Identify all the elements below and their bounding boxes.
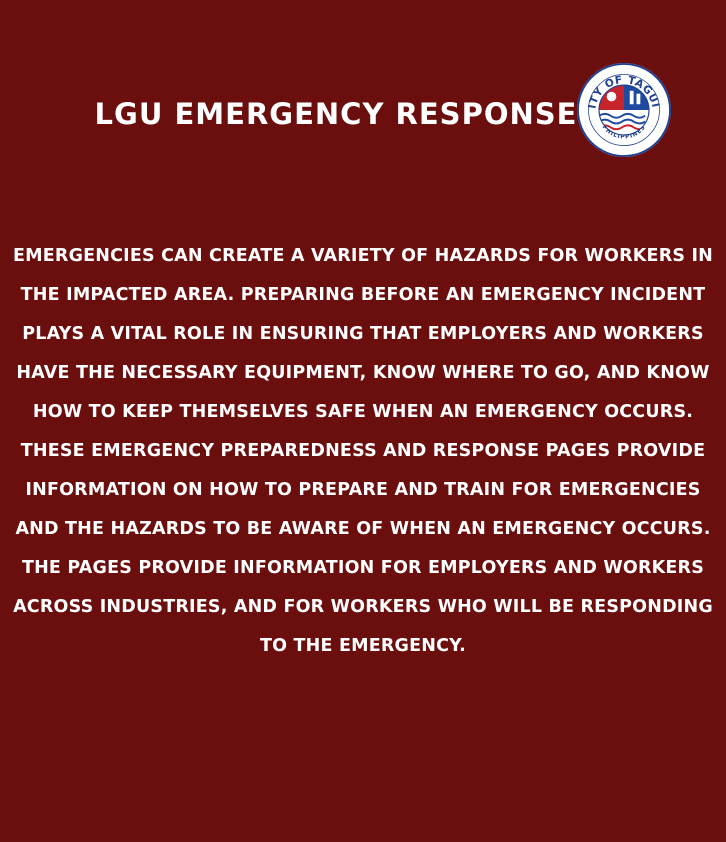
page-title: LGU EMERGENCY RESPONSE xyxy=(94,97,578,131)
description-paragraph: Emergencies can create a variety of haza… xyxy=(12,246,714,656)
city-of-taguig-seal: CITY OF TAGUIG PHILIPPINES xyxy=(576,62,672,158)
